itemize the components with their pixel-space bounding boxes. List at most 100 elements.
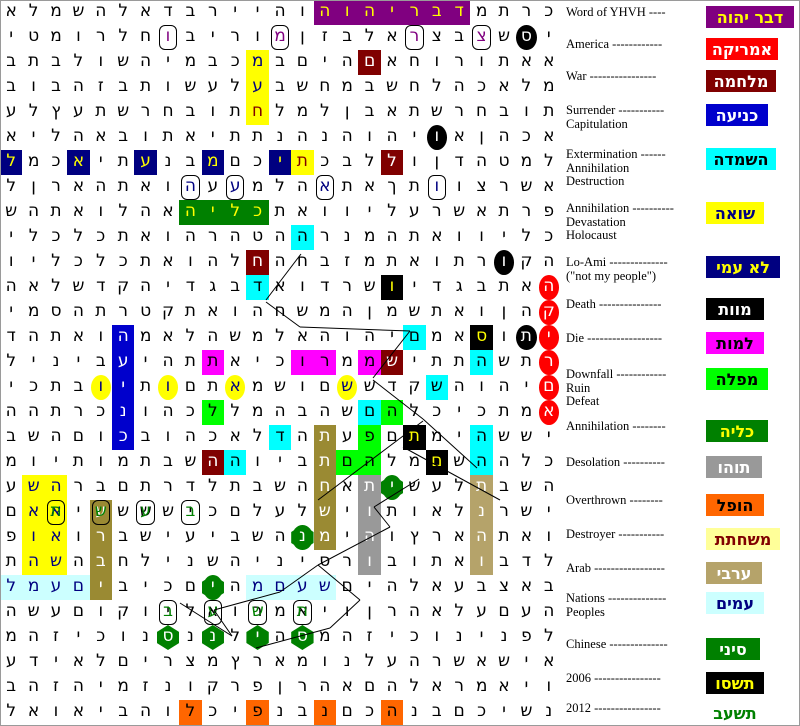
grid-cell[interactable]: מ <box>202 650 224 675</box>
grid-cell-word-of-yhvh[interactable]: ר <box>403 0 426 25</box>
grid-cell[interactable]: א <box>269 650 291 675</box>
grid-cell[interactable]: ב <box>269 75 291 100</box>
grid-cell[interactable]: מ <box>515 400 537 425</box>
grid-cell[interactable]: מ <box>0 625 22 650</box>
grid-cell[interactable]: ה <box>314 675 336 700</box>
grid-cell-arab[interactable]: ו <box>470 550 493 575</box>
grid-cell-word-of-yhvh[interactable]: ב <box>425 0 448 25</box>
grid-cell-ring[interactable]: ו <box>158 25 178 50</box>
hebrew-letter-grid[interactable]: אלמשהלאדברייהוהוהירבדמתרכיטמורלחובירומןז… <box>0 0 560 726</box>
grid-cell[interactable]: מ <box>381 300 403 325</box>
grid-cell[interactable]: מ <box>358 250 380 275</box>
grid-cell-annihilation-klaya[interactable]: כ <box>246 200 269 225</box>
grid-cell-america[interactable]: א <box>538 400 559 425</box>
grid-cell[interactable]: ן <box>291 25 313 50</box>
legend-chip-die[interactable]: למות <box>706 332 764 354</box>
grid-cell[interactable]: מ <box>45 25 67 50</box>
grid-cell[interactable]: ת <box>403 175 425 200</box>
grid-cell[interactable]: ת <box>0 550 22 575</box>
grid-cell[interactable]: ו <box>157 225 179 250</box>
grid-cell-ring[interactable]: ר <box>405 25 424 50</box>
grid-cell[interactable]: ב <box>224 525 246 550</box>
grid-cell[interactable]: ד <box>426 275 448 300</box>
grid-cell[interactable]: ת <box>112 225 134 250</box>
grid-cell[interactable]: כ <box>426 400 448 425</box>
grid-cell[interactable]: א <box>22 275 44 300</box>
grid-cell[interactable]: ו <box>426 50 448 75</box>
grid-cell-die[interactable]: ת <box>201 350 224 375</box>
grid-cell[interactable]: ר <box>493 500 515 525</box>
grid-cell-arab[interactable]: ה <box>470 525 493 550</box>
grid-cell[interactable]: ט <box>22 25 44 50</box>
grid-cell[interactable]: ה <box>381 575 403 600</box>
grid-cell-loami[interactable]: ע <box>134 150 157 175</box>
grid-cell[interactable]: א <box>336 475 358 500</box>
grid-cell[interactable]: ב <box>179 100 201 125</box>
grid-cell[interactable]: ם <box>448 700 470 725</box>
grid-cell[interactable]: נ <box>493 625 515 650</box>
grid-cell-ring[interactable]: מ <box>270 25 290 50</box>
grid-cell[interactable]: י <box>314 600 336 625</box>
grid-cell[interactable]: י <box>157 550 179 575</box>
grid-cell[interactable]: ת <box>336 175 358 200</box>
grid-cell[interactable]: י <box>538 25 560 50</box>
grid-cell-america[interactable]: ר <box>538 350 559 375</box>
grid-cell-shoah[interactable]: ש <box>44 550 68 575</box>
grid-cell[interactable]: ת <box>45 400 67 425</box>
grid-cell-nations[interactable]: ש <box>313 575 336 600</box>
grid-cell[interactable]: ן <box>358 300 380 325</box>
grid-cell[interactable]: ת <box>45 200 67 225</box>
grid-cell[interactable]: ל <box>269 175 291 200</box>
grid-cell[interactable]: ר <box>381 600 403 625</box>
grid-cell[interactable]: כ <box>157 575 179 600</box>
grid-cell[interactable]: ה <box>67 550 89 575</box>
grid-cell[interactable]: ש <box>493 350 515 375</box>
grid-cell[interactable]: ש <box>112 100 134 125</box>
grid-cell[interactable]: ל <box>358 650 380 675</box>
grid-cell[interactable]: ד <box>0 325 22 350</box>
legend-chip-nations[interactable]: עמים <box>706 592 764 614</box>
grid-cell-nations[interactable]: ם <box>67 575 90 600</box>
grid-cell[interactable]: ע <box>202 175 224 200</box>
grid-cell[interactable]: ל <box>224 400 246 425</box>
grid-cell-shoah[interactable]: ח <box>246 100 269 125</box>
grid-cell[interactable]: ם <box>112 650 134 675</box>
grid-cell[interactable]: ה <box>157 350 179 375</box>
grid-cell-ring[interactable]: צ <box>472 25 491 50</box>
legend-chip-annihilation-klaya[interactable]: כליה <box>706 420 768 442</box>
grid-cell[interactable]: ב <box>134 425 156 450</box>
grid-cell[interactable]: ו <box>448 175 470 200</box>
grid-cell[interactable]: מ <box>246 375 268 400</box>
grid-cell[interactable]: א <box>224 425 246 450</box>
grid-cell[interactable]: ב <box>67 375 89 400</box>
grid-cell[interactable]: ב <box>426 700 448 725</box>
grid-cell[interactable]: ה <box>134 50 156 75</box>
grid-cell[interactable]: ב <box>112 525 134 550</box>
grid-cell[interactable]: ה <box>269 525 291 550</box>
grid-cell[interactable]: ק <box>515 250 537 275</box>
grid-cell[interactable]: נ <box>538 700 560 725</box>
grid-cell[interactable]: ו <box>358 125 380 150</box>
grid-cell[interactable]: ר <box>314 225 336 250</box>
grid-cell-extermination[interactable]: ה <box>224 450 247 475</box>
grid-cell[interactable]: ל <box>269 100 291 125</box>
grid-cell[interactable]: ק <box>112 600 134 625</box>
grid-cell[interactable]: ב <box>179 0 201 25</box>
grid-cell[interactable]: ה <box>269 250 291 275</box>
grid-cell[interactable]: ה <box>269 225 291 250</box>
grid-cell-extermination[interactable]: ם <box>358 400 381 425</box>
grid-cell[interactable]: ר <box>134 100 156 125</box>
grid-cell[interactable]: ז <box>45 625 67 650</box>
grid-cell[interactable]: ע <box>0 475 22 500</box>
grid-cell[interactable]: ו <box>246 450 268 475</box>
grid-cell[interactable]: ש <box>403 475 425 500</box>
grid-cell-year-2012[interactable]: ע <box>136 500 155 525</box>
grid-cell[interactable]: ב <box>493 475 515 500</box>
grid-cell[interactable]: פ <box>538 200 560 225</box>
grid-cell[interactable]: ל <box>515 225 537 250</box>
grid-cell[interactable]: ל <box>45 250 67 275</box>
grid-cell[interactable]: ה <box>381 225 403 250</box>
grid-cell[interactable]: מ <box>515 150 537 175</box>
grid-cell[interactable]: ה <box>538 475 560 500</box>
grid-cell[interactable]: ה <box>538 600 560 625</box>
